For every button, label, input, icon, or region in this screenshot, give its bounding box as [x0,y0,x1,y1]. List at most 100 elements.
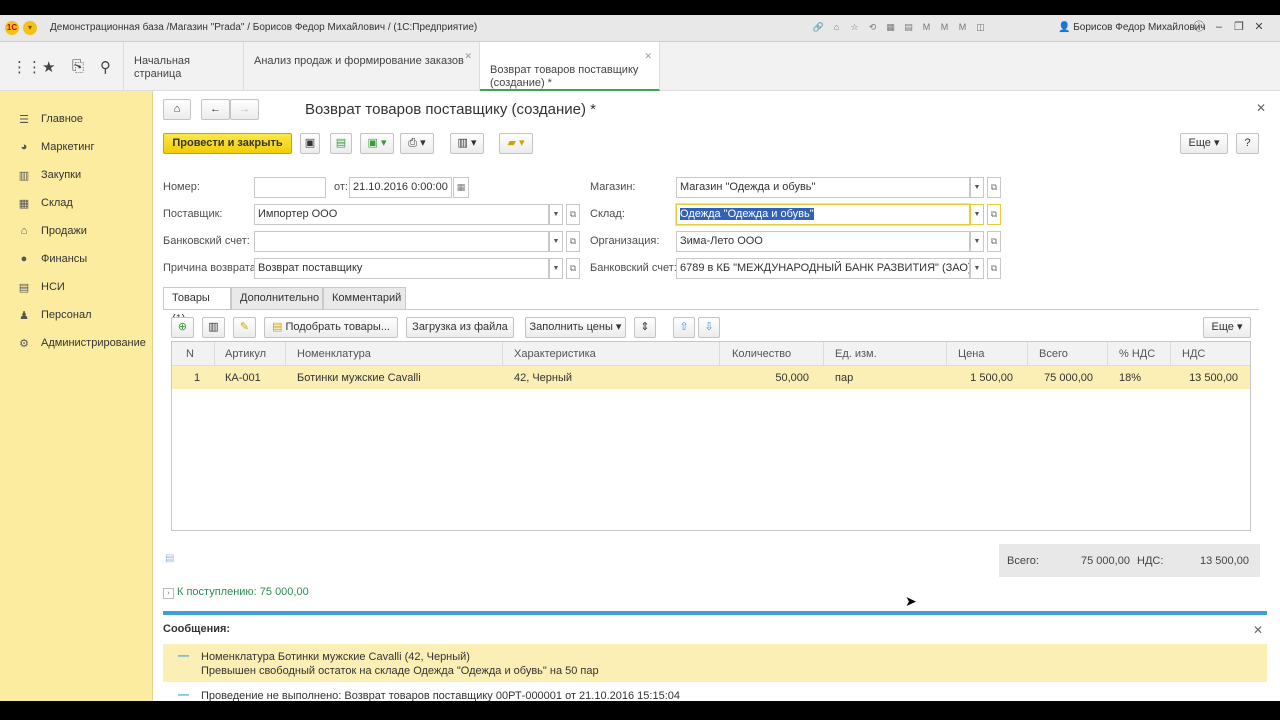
goods-table[interactable]: N Артикул Номенклатура Характеристика Ко… [171,341,1251,531]
barcode-button[interactable]: ▥ [202,317,225,338]
tab-home[interactable]: Начальная страница [124,42,244,91]
sidebar-item-nsi[interactable]: ▤ НСИ [17,279,65,295]
col-characteristic[interactable]: Характеристика [514,348,596,360]
supplier-dropdown[interactable]: ▼ [549,204,563,225]
organization-field[interactable]: Зима-Лето ООО [676,231,970,252]
tab-goods[interactable]: Товары (1) [163,287,231,325]
return-reason-field[interactable]: Возврат поставщику [254,258,549,279]
sidebar-item-main[interactable]: ☰ Главное [17,111,83,127]
link-icon[interactable]: 🔗 [812,21,825,34]
supplier-field[interactable]: Импортер ООО [254,204,549,225]
calculator-icon[interactable]: ▤ [902,21,915,34]
memory-m-icon[interactable]: M [920,21,933,34]
panel-layout-icon[interactable]: ◫ [974,21,987,34]
forward-button[interactable]: → [230,99,259,120]
org-bank-account-open[interactable]: ⧉ [987,258,1001,279]
org-bank-account-dropdown[interactable]: ▼ [970,258,984,279]
move-down-button[interactable]: ⇩ [698,317,720,338]
message-item[interactable]: — Проведение не выполнено: Возврат товар… [163,681,1267,701]
add-row-button[interactable]: ⊕ [171,317,194,338]
tab-supplier-return[interactable]: Возврат товаров поставщику (создание) * … [480,42,660,91]
more-button[interactable]: Еще ▾ [1180,133,1228,154]
col-vat-rate[interactable]: % НДС [1119,348,1155,360]
edit-button[interactable]: ✎ [233,317,256,338]
col-total[interactable]: Всего [1039,348,1068,360]
col-price[interactable]: Цена [958,348,984,360]
back-button[interactable]: ← [201,99,230,120]
favorite-icon[interactable]: ☆ [848,21,861,34]
calendar-icon[interactable]: ▦ [884,21,897,34]
sidebar-item-personnel[interactable]: ♟ Персонал [17,307,91,323]
column-settings-button[interactable]: ⇕ [634,317,656,338]
sidebar-item-marketing[interactable]: ◕ Маркетинг [17,139,95,155]
create-based-on-button[interactable]: ▣ ▾ [360,133,394,154]
col-article[interactable]: Артикул [225,348,266,360]
store-field[interactable]: Магазин "Одежда и обувь" [676,177,970,198]
bank-account-field[interactable] [254,231,549,252]
warehouse-dropdown[interactable]: ▼ [970,204,984,225]
comment-icon[interactable]: ▤ [165,553,174,564]
close-form-icon[interactable]: ✕ [1256,101,1266,115]
favorites-star-icon[interactable]: ★ [42,58,55,76]
minimize-button[interactable]: – [1212,20,1226,34]
save-button[interactable]: ▣ [300,133,320,154]
restore-button[interactable]: ❐ [1232,20,1246,34]
to-receipt-link[interactable]: › К поступлению: 75 000,00 [163,586,309,599]
print-button[interactable]: ⎙ ▾ [400,133,434,154]
info-icon[interactable]: ⓘ [1192,20,1206,34]
memory-mminus-icon[interactable]: M [956,21,969,34]
all-functions-icon[interactable]: ⋮⋮ [12,58,42,76]
memory-mplus-icon[interactable]: M [938,21,951,34]
store-open[interactable]: ⧉ [987,177,1001,198]
bank-account-dropdown[interactable]: ▼ [549,231,563,252]
supplier-open[interactable]: ⧉ [566,204,580,225]
search-icon[interactable]: ⚲ [100,58,111,76]
help-button[interactable]: ? [1236,133,1259,154]
history-icon[interactable]: ⟲ [866,21,879,34]
return-reason-open[interactable]: ⧉ [566,258,580,279]
sidebar-item-purchases[interactable]: ▥ Закупки [17,167,81,183]
organization-open[interactable]: ⧉ [987,231,1001,252]
post-button[interactable]: ▤ [330,133,352,154]
pick-goods-button[interactable]: ▤ Подобрать товары... [264,317,398,338]
warehouse-open[interactable]: ⧉ [987,204,1001,225]
main-menu-button[interactable]: ▾ [23,21,37,35]
messages-separator[interactable] [163,611,1267,615]
close-window-button[interactable]: ✕ [1252,20,1266,34]
close-icon[interactable]: ✕ [644,50,652,63]
table-more-button[interactable]: Еще ▾ [1203,317,1251,338]
message-item[interactable]: — Номенклатура Ботинки мужские Cavalli (… [163,644,1267,681]
move-up-button[interactable]: ⇧ [673,317,695,338]
calendar-picker-button[interactable]: ▦ [453,177,469,198]
sidebar-item-sales[interactable]: ⌂ Продажи [17,223,87,239]
store-dropdown[interactable]: ▼ [970,177,984,198]
return-reason-dropdown[interactable]: ▼ [549,258,563,279]
bank-account-open[interactable]: ⧉ [566,231,580,252]
tab-additional[interactable]: Дополнительно [231,287,323,310]
org-bank-account-field[interactable]: 6789 в КБ "МЕЖДУНАРОДНЫЙ БАНК РАЗВИТИЯ" … [676,258,970,279]
col-item[interactable]: Номенклатура [297,348,371,360]
warehouse-field[interactable]: Одежда "Одежда и обувь" [676,204,970,225]
col-n[interactable]: N [186,348,194,360]
tab-comment[interactable]: Комментарий [323,287,406,310]
table-row[interactable]: 1 КА-001 Ботинки мужские Cavalli 42, Чер… [172,366,1250,389]
load-from-file-button[interactable]: Загрузка из файла [406,317,514,338]
current-user[interactable]: 👤 Борисов Федор Михайлович [1058,22,1206,33]
date-field[interactable]: 21.10.2016 0:00:00 [349,177,452,198]
reports-button[interactable]: ▥ ▾ [450,133,484,154]
close-icon[interactable]: ✕ [464,50,472,63]
history-icon[interactable]: ⎘ [72,58,84,75]
col-unit[interactable]: Ед. изм. [835,348,877,360]
number-field[interactable] [254,177,326,198]
col-vat[interactable]: НДС [1182,348,1205,360]
close-messages-icon[interactable]: ✕ [1253,623,1263,637]
fill-prices-button[interactable]: Заполнить цены ▾ [525,317,626,338]
sidebar-item-administration[interactable]: ⚙ Администрирование [17,335,146,351]
sidebar-item-warehouse[interactable]: ▦ Склад [17,195,73,211]
sidebar-item-finance[interactable]: ● Финансы [17,251,88,267]
attachments-button[interactable]: ▰ ▾ [499,133,533,154]
organization-dropdown[interactable]: ▼ [970,231,984,252]
home-button[interactable]: ⌂ [163,99,191,120]
home-icon[interactable]: ⌂ [830,21,843,34]
post-and-close-button[interactable]: Провести и закрыть [163,133,292,154]
